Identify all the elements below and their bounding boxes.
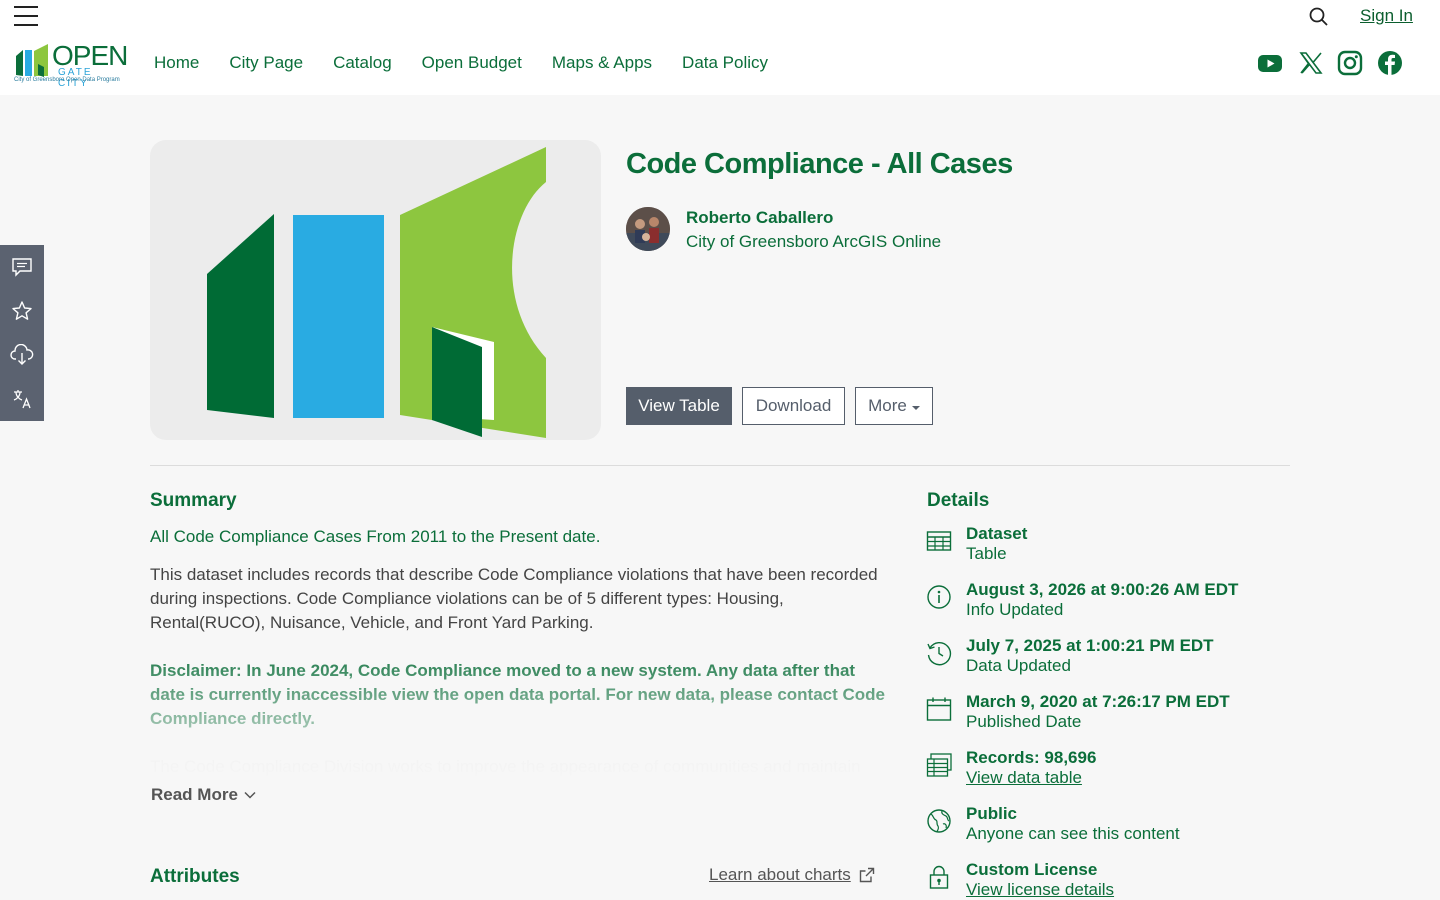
calendar-icon xyxy=(926,697,952,721)
side-action-panel xyxy=(0,245,44,421)
detail-main: August 3, 2026 at 9:00:26 AM EDT xyxy=(966,580,1239,599)
owner-name-link[interactable]: Roberto Caballero xyxy=(686,208,833,228)
summary-lead: All Code Compliance Cases From 2011 to t… xyxy=(150,527,601,546)
view-data-table-link[interactable]: View data table xyxy=(966,768,1082,788)
nav-home[interactable]: Home xyxy=(154,53,199,73)
detail-main: March 9, 2020 at 7:26:17 PM EDT xyxy=(966,692,1230,711)
more-label: More xyxy=(868,396,907,415)
details-heading: Details xyxy=(927,490,990,511)
favorite-button[interactable] xyxy=(0,289,44,333)
download-side-button[interactable] xyxy=(0,333,44,377)
nav-catalog[interactable]: Catalog xyxy=(333,53,392,73)
avatar-photo xyxy=(626,207,670,251)
detail-main: Public xyxy=(966,804,1018,823)
translate-icon xyxy=(13,390,31,409)
learn-link-label: Learn about charts xyxy=(709,865,851,884)
nav-open-budget[interactable]: Open Budget xyxy=(422,53,522,73)
summary-truncated-text: The Code Compliance Division works to im… xyxy=(150,757,861,776)
view-table-button[interactable]: View Table xyxy=(626,387,732,425)
star-icon xyxy=(12,301,32,320)
nav-maps-apps[interactable]: Maps & Apps xyxy=(552,53,652,73)
x-twitter-icon[interactable] xyxy=(1298,50,1324,76)
site-header: Sign In OPEN GATE CITY City of Greensbor… xyxy=(0,0,1440,95)
section-divider xyxy=(150,465,1290,466)
nav-data-policy[interactable]: Data Policy xyxy=(682,53,768,73)
learn-about-charts-link[interactable]: Learn about charts xyxy=(709,865,875,885)
detail-main: Records: 98,696 xyxy=(966,748,1097,767)
summary-body: This dataset includes records that descr… xyxy=(150,565,878,632)
youtube-icon[interactable] xyxy=(1257,50,1283,76)
site-logo[interactable]: OPEN GATE CITY City of Greensboro Open D… xyxy=(14,40,128,89)
detail-sub: Published Date xyxy=(966,712,1082,731)
external-link-icon xyxy=(859,867,874,883)
item-title: Code Compliance - All Cases xyxy=(626,148,1013,180)
item-thumbnail xyxy=(150,140,601,440)
detail-main: Dataset xyxy=(966,524,1028,543)
comment-button[interactable] xyxy=(0,245,44,289)
summary-heading: Summary xyxy=(150,490,237,511)
chevron-down-icon xyxy=(244,791,256,799)
download-button[interactable]: Download xyxy=(742,387,845,425)
facebook-icon[interactable] xyxy=(1377,50,1403,76)
more-dropdown-button[interactable]: More xyxy=(855,387,933,425)
open-gate-city-logo-graphic xyxy=(207,147,546,438)
detail-main: Custom License xyxy=(966,860,1098,879)
main-nav: Home City Page Catalog Open Budget Maps … xyxy=(154,53,768,73)
view-license-link[interactable]: View license details xyxy=(966,880,1114,900)
detail-main: July 7, 2025 at 1:00:21 PM EDT xyxy=(966,636,1214,655)
menu-icon[interactable] xyxy=(14,6,38,28)
detail-sub: Table xyxy=(966,544,1007,563)
logo-tagline: City of Greensboro Open Data Program xyxy=(14,77,120,83)
comment-icon xyxy=(12,258,32,277)
cloud-download-icon xyxy=(10,344,34,365)
nav-city-page[interactable]: City Page xyxy=(229,53,303,73)
instagram-icon[interactable] xyxy=(1337,50,1363,76)
logo-graphic xyxy=(16,44,48,77)
info-icon xyxy=(927,585,951,609)
history-icon xyxy=(927,641,952,666)
detail-sub: Info Updated xyxy=(966,600,1064,619)
owner-avatar[interactable] xyxy=(626,207,670,251)
sign-in-link[interactable]: Sign In xyxy=(1360,6,1413,26)
translate-button[interactable] xyxy=(0,377,44,421)
summary-disclaimer: Disclaimer: In June 2024, Code Complianc… xyxy=(150,661,885,728)
read-more-button[interactable]: Read More xyxy=(151,785,256,805)
lock-icon xyxy=(929,865,949,889)
records-icon xyxy=(926,753,952,777)
globe-icon xyxy=(927,809,951,833)
attributes-heading: Attributes xyxy=(150,866,240,887)
search-icon[interactable] xyxy=(1308,6,1330,28)
read-more-label: Read More xyxy=(151,785,238,804)
table-icon xyxy=(926,531,952,551)
detail-sub: Anyone can see this content xyxy=(966,824,1180,843)
detail-sub: Data Updated xyxy=(966,656,1071,675)
caret-down-icon xyxy=(911,405,920,410)
owner-org-link[interactable]: City of Greensboro ArcGIS Online xyxy=(686,232,941,252)
